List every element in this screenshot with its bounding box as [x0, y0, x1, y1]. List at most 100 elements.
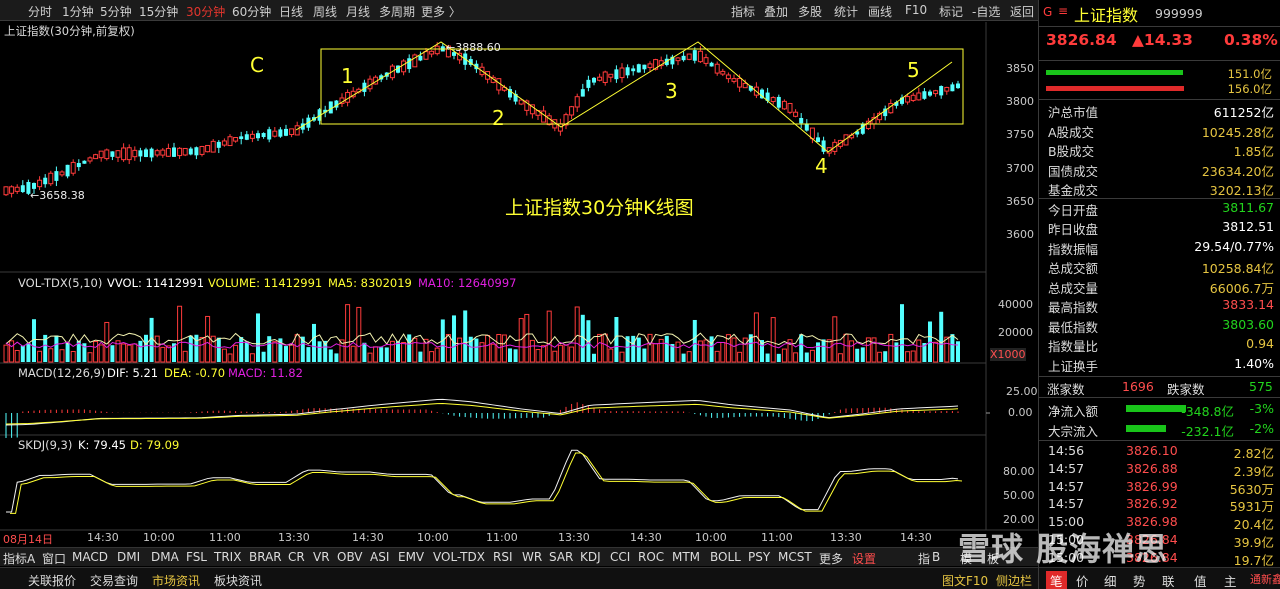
volume-bar	[65, 342, 70, 362]
status-tab-news[interactable]: 市场资讯	[152, 572, 200, 589]
volume-bar	[9, 340, 15, 363]
period-tab-fenshi[interactable]: 分时	[28, 3, 52, 20]
indicator-tab[interactable]: B	[932, 550, 940, 564]
status-tab-sector[interactable]: 板块资讯	[214, 572, 262, 589]
tool-watchlist-button[interactable]: -自选	[972, 3, 1000, 20]
indicator-tab[interactable]: BOLL	[710, 550, 741, 564]
volume-bar	[48, 348, 54, 363]
breadth-down-value: 575	[1249, 379, 1273, 394]
indicator-tab[interactable]: MCST	[778, 550, 812, 564]
volume-bar	[619, 351, 625, 363]
indicator-tab[interactable]: CR	[288, 550, 305, 564]
tool-multi-stock-button[interactable]: 多股	[798, 3, 822, 20]
skdj-k: K: 79.45	[78, 438, 126, 452]
period-tab-month[interactable]: 月线	[346, 3, 370, 20]
stat-label: 基金成交	[1048, 183, 1099, 198]
side-tab[interactable]: 通新鑫	[1250, 571, 1280, 587]
volume-bar	[742, 337, 748, 363]
side-tab[interactable]: 细	[1104, 571, 1117, 589]
volume-bar	[647, 333, 653, 363]
indicator-settings-tab[interactable]: 设置	[852, 550, 876, 567]
tool-indicator-button[interactable]: 指标	[731, 3, 755, 20]
indicator-tab[interactable]: MACD	[72, 550, 108, 564]
status-sidebar-button[interactable]: 侧边栏	[996, 572, 1032, 589]
indicator-tab[interactable]: DMA	[151, 550, 179, 564]
menu-icon[interactable]: ≡	[1058, 4, 1068, 18]
indicator-tab[interactable]: WR	[522, 550, 542, 564]
side-tab[interactable]: 势	[1133, 571, 1146, 589]
indicator-tab[interactable]: DMI	[117, 550, 140, 564]
stat-label: A股成交	[1048, 124, 1095, 140]
indicator-tab[interactable]: 指标A	[3, 550, 35, 567]
period-tab-5min[interactable]: 5分钟	[100, 3, 132, 20]
volume-bar	[216, 337, 221, 362]
period-tab-60min[interactable]: 60分钟	[232, 3, 271, 20]
status-tab-trade[interactable]: 交易查询	[90, 572, 138, 589]
side-tab[interactable]: 笔	[1046, 571, 1067, 589]
indicator-tab[interactable]: PSY	[748, 550, 770, 564]
index-name: 上证指数	[1074, 6, 1139, 25]
tool-stats-button[interactable]: 统计	[834, 3, 858, 20]
indicator-tab[interactable]: VOL-TDX	[433, 550, 485, 564]
indicator-tab[interactable]: TRIX	[214, 550, 241, 564]
indicator-tab[interactable]: ASI	[370, 550, 389, 564]
volume-bar	[452, 315, 456, 362]
tool-draw-button[interactable]: 画线	[868, 3, 892, 20]
candle-body	[87, 157, 93, 162]
tool-f10-button[interactable]: F10	[905, 3, 927, 17]
volume-bar	[126, 344, 132, 363]
period-tab-day[interactable]: 日线	[279, 3, 303, 20]
indicator-tab[interactable]: FSL	[186, 550, 207, 564]
period-tab-multi[interactable]: 多周期	[379, 3, 415, 20]
tool-back-button[interactable]: 返回	[1010, 3, 1034, 20]
period-tab-1min[interactable]: 1分钟	[62, 3, 94, 20]
indicator-tab[interactable]: RSI	[493, 550, 513, 564]
indicator-tab[interactable]: ROC	[638, 550, 664, 564]
tool-overlay-button[interactable]: 叠加	[764, 3, 788, 20]
side-tab[interactable]: 值	[1194, 571, 1207, 589]
time-tick: 10:00	[143, 531, 175, 544]
stat-row: A股成交 10245.28亿	[1044, 121, 1274, 140]
volume-bar	[837, 353, 843, 363]
indicator-tab[interactable]: EMV	[398, 550, 424, 564]
volume-bar	[227, 353, 233, 363]
volume-bar	[675, 341, 681, 363]
skdj-tick-80: 80.00	[1003, 465, 1035, 478]
period-tab-30min[interactable]: 30分钟	[186, 3, 225, 20]
status-f10-button[interactable]: 图文F10	[942, 572, 988, 589]
price-tick-3850: 3850	[1006, 62, 1034, 75]
tool-mark-button[interactable]: 标记	[939, 3, 963, 20]
volume-bar	[59, 349, 65, 363]
indicator-tab[interactable]: SAR	[549, 550, 573, 564]
period-tab-week[interactable]: 周线	[313, 3, 337, 20]
indicator-tab[interactable]: VR	[313, 550, 330, 564]
indicator-tab[interactable]: MTM	[672, 550, 700, 564]
flow-label: 大宗流入	[1048, 424, 1099, 439]
candle-body	[132, 149, 138, 158]
indicator-tab-more[interactable]: 更多	[819, 550, 843, 567]
indicator-tab[interactable]: OBV	[337, 550, 363, 564]
period-tab-more[interactable]: 更多 〉	[421, 3, 461, 20]
volume-bar	[412, 337, 418, 363]
candle-body	[569, 106, 575, 116]
volume-bar	[843, 333, 849, 363]
volume-bar	[910, 350, 916, 363]
side-tab[interactable]: 价	[1076, 571, 1089, 589]
period-tab-15min[interactable]: 15分钟	[139, 3, 178, 20]
volume-bar	[916, 339, 922, 363]
side-tab[interactable]: 联	[1162, 571, 1175, 589]
candle-body	[160, 149, 166, 156]
indicator-tab[interactable]: 窗口	[42, 550, 66, 567]
volume-bar	[182, 350, 188, 363]
indicator-tab[interactable]: 指	[918, 550, 930, 567]
stat-value: 3833.14	[1222, 297, 1274, 312]
side-tab[interactable]: 主	[1224, 571, 1237, 589]
status-tab-quote[interactable]: 关联报价	[28, 572, 76, 589]
indicator-tab[interactable]: KDJ	[580, 550, 601, 564]
volume-bar	[306, 347, 311, 362]
indicator-tab[interactable]: CCI	[610, 550, 630, 564]
volume-bar	[592, 353, 596, 362]
volume-bar	[501, 334, 507, 363]
volume-bar	[956, 341, 960, 362]
indicator-tab[interactable]: BRAR	[249, 550, 282, 564]
